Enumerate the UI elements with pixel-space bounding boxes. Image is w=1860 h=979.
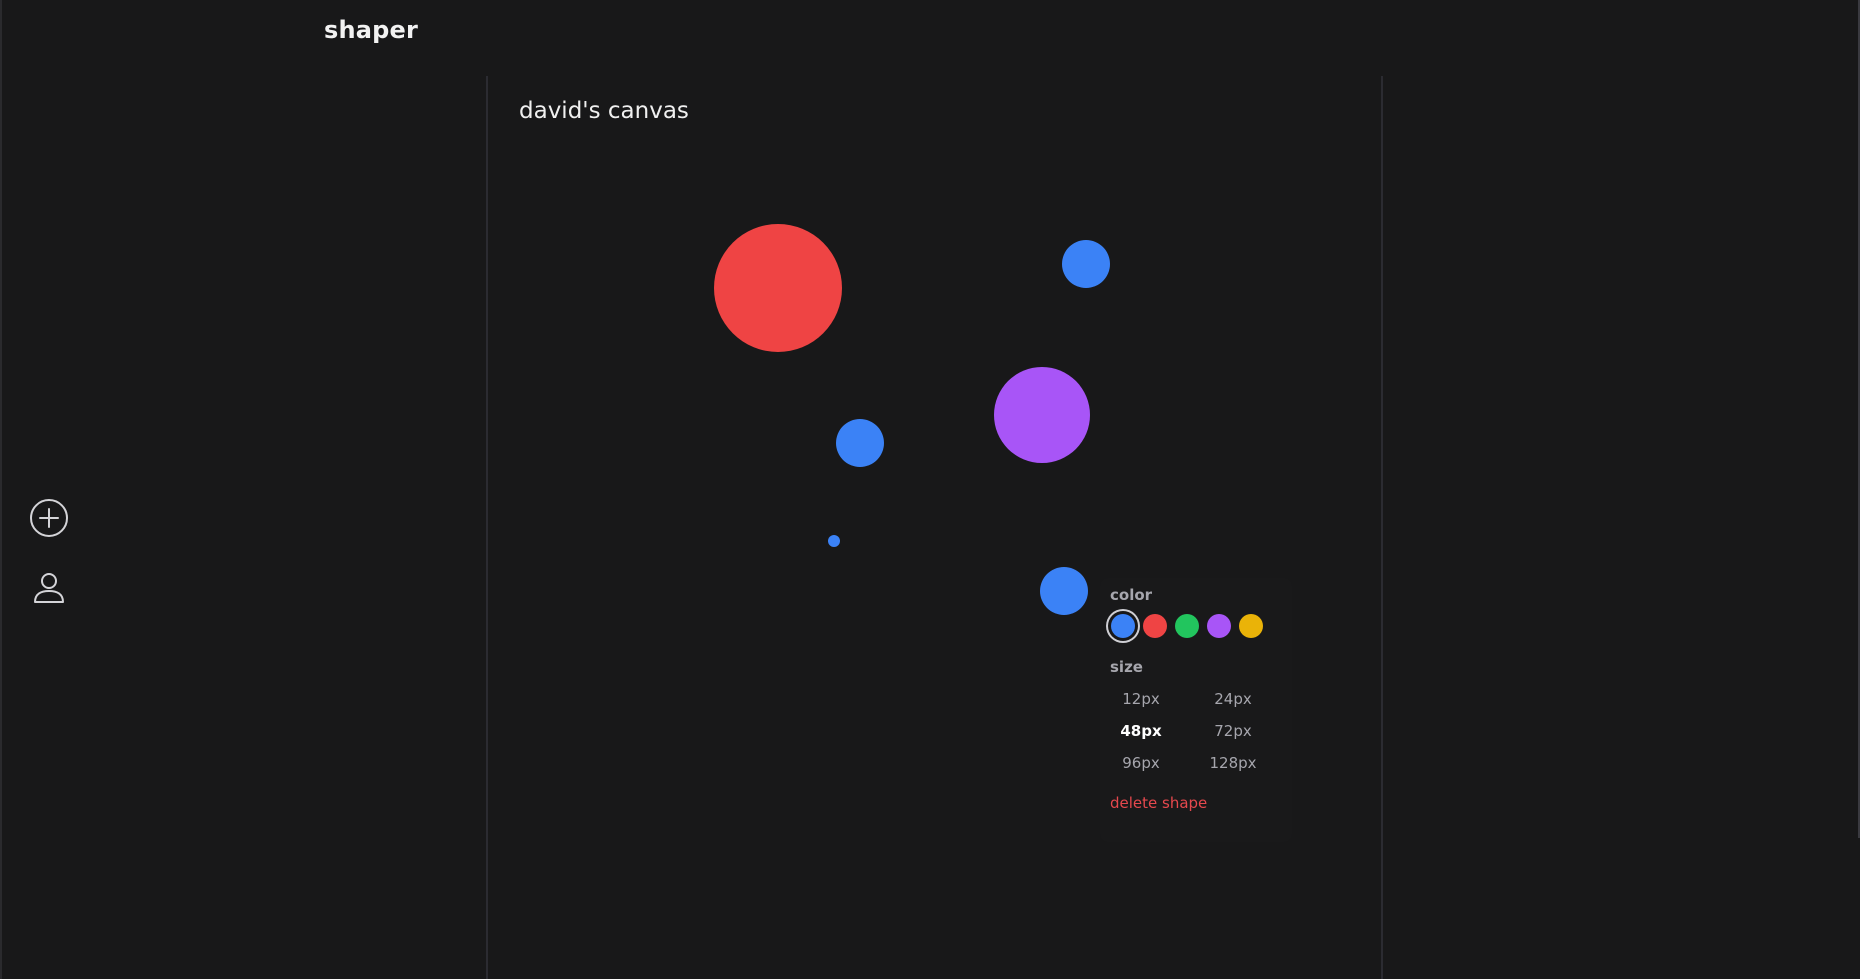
add-shape-button[interactable] (28, 497, 70, 539)
shape-circle-blue-selected[interactable] (1040, 567, 1088, 615)
app-brand: shaper (324, 16, 419, 44)
user-icon (34, 573, 64, 603)
size-label: size (1110, 658, 1143, 676)
canvas-panel[interactable]: david's canvas (486, 76, 1383, 979)
delete-shape-button[interactable]: delete shape (1110, 794, 1207, 812)
size-option-12px[interactable]: 12px (1101, 690, 1181, 708)
plus-circle-icon (30, 499, 68, 537)
size-option-128px[interactable]: 128px (1193, 754, 1273, 772)
shape-circle-blue-top[interactable] (1062, 240, 1110, 288)
canvas-title: david's canvas (519, 98, 689, 124)
color-swatch-red[interactable] (1143, 614, 1167, 638)
shape-circle-blue-small[interactable] (828, 535, 840, 547)
app-root: shaper david's canvas color size 12px 24… (0, 0, 1860, 979)
profile-button[interactable] (28, 567, 70, 609)
color-swatch-blue[interactable] (1111, 614, 1135, 638)
shape-circle-red-large[interactable] (714, 224, 842, 352)
color-label: color (1110, 586, 1153, 604)
shape-settings-popover: color size 12px 24px 48px 72px 96px 128p… (1100, 578, 1292, 842)
size-option-24px[interactable]: 24px (1193, 690, 1273, 708)
side-toolbar (28, 497, 70, 637)
size-option-96px[interactable]: 96px (1101, 754, 1181, 772)
shape-circle-purple[interactable] (994, 367, 1090, 463)
color-swatch-green[interactable] (1175, 614, 1199, 638)
size-option-72px[interactable]: 72px (1193, 722, 1273, 740)
window-left-border (0, 0, 2, 979)
size-option-48px[interactable]: 48px (1101, 722, 1181, 740)
color-swatch-purple[interactable] (1207, 614, 1231, 638)
color-swatch-yellow[interactable] (1239, 614, 1263, 638)
shape-circle-blue-middle[interactable] (836, 419, 884, 467)
